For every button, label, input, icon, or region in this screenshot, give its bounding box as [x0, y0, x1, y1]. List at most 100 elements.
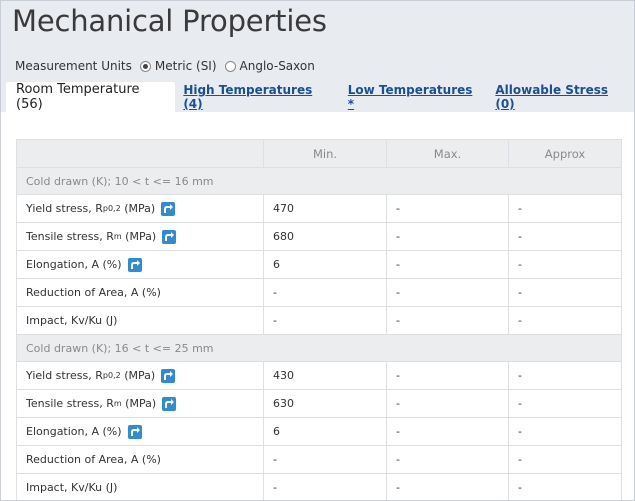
property-unit: (MPa) — [120, 369, 156, 382]
chart-trend-icon[interactable] — [161, 201, 176, 216]
property-name: Yield stress, Rp0,2 (MPa) — [26, 201, 263, 216]
property-cell: Reduction of Area, A (%) — [16, 445, 264, 474]
table-row: Yield stress, Rp0,2 (MPa) 430- - — [16, 361, 622, 390]
property-subscript: m — [113, 232, 122, 241]
property-cell: Impact, Kv/Ku (J) — [16, 306, 264, 335]
property-subscript: p0,2 — [102, 204, 121, 213]
value-max: - — [386, 417, 509, 446]
measurement-units-row: Measurement Units Metric (SI) Anglo-Saxo… — [15, 58, 323, 74]
value-max: - — [386, 194, 509, 223]
value-max: - — [386, 250, 509, 279]
value-min: 680 — [263, 222, 387, 251]
property-label: Reduction of Area, A (%) — [26, 286, 161, 299]
table-row: Yield stress, Rp0,2 (MPa) 470- - — [16, 194, 622, 223]
tab-high-temperatures[interactable]: High Temperatures (4) — [175, 82, 339, 112]
radio-metric-circle[interactable] — [139, 60, 151, 72]
property-label: Elongation, A (%) — [26, 258, 122, 271]
chart-trend-icon[interactable] — [162, 229, 177, 244]
value-min: 630 — [263, 389, 387, 418]
value-approx: - — [508, 278, 622, 307]
table-body: Cold drawn (K); 10 < t <= 16 mm Yield str… — [16, 167, 622, 500]
table-header-row: Min. Max. Approx — [16, 139, 622, 168]
window-frame: Mechanical Properties Measurement Units … — [0, 0, 635, 501]
chart-trend-icon[interactable] — [161, 368, 176, 383]
header-max: Max. — [386, 139, 509, 168]
header-min: Min. — [263, 139, 387, 168]
group-title: Cold drawn (K); 10 < t <= 16 mm — [16, 167, 622, 195]
value-approx: - — [508, 306, 622, 335]
property-cell: Reduction of Area, A (%) — [16, 278, 264, 307]
group-header-row: Cold drawn (K); 10 < t <= 16 mm — [16, 167, 622, 195]
table-row: Reduction of Area, A (%) - - - — [16, 278, 622, 307]
property-label: Yield stress, R — [26, 369, 103, 382]
value-min: 430 — [263, 361, 387, 390]
value-approx: - — [508, 389, 622, 418]
chart-trend-icon[interactable] — [127, 424, 142, 439]
property-cell: Yield stress, Rp0,2 (MPa) — [16, 361, 264, 390]
property-name: Reduction of Area, A (%) — [26, 453, 263, 466]
property-unit: (MPa) — [120, 202, 156, 215]
property-name: Tensile stress, Rm (MPa) — [26, 396, 263, 411]
property-label: Reduction of Area, A (%) — [26, 453, 161, 466]
property-name: Impact, Kv/Ku (J) — [26, 314, 263, 327]
table-row: Elongation, A (%) 6- - — [16, 250, 622, 279]
value-max: - — [386, 361, 509, 390]
value-approx: - — [508, 361, 622, 390]
value-max: - — [386, 306, 509, 335]
units-label: Measurement Units — [15, 59, 132, 73]
radio-metric[interactable]: Metric (SI) — [139, 59, 217, 73]
value-min: 6 — [263, 417, 387, 446]
radio-anglo-saxon-label: Anglo-Saxon — [239, 59, 315, 73]
property-cell: Tensile stress, Rm (MPa) — [16, 389, 264, 418]
property-unit: (MPa) — [121, 230, 157, 243]
property-cell: Elongation, A (%) — [16, 250, 264, 279]
value-min: - — [263, 473, 387, 500]
table-row: Elongation, A (%) 6- - — [16, 417, 622, 446]
tab-content: Min. Max. Approx Cold drawn (K); 10 < t … — [1, 112, 634, 500]
value-min: - — [263, 306, 387, 335]
property-subscript: m — [113, 399, 122, 408]
table-row: Reduction of Area, A (%) - - - — [16, 445, 622, 474]
chart-trend-icon[interactable] — [162, 396, 177, 411]
group-title: Cold drawn (K); 16 < t <= 25 mm — [16, 334, 622, 362]
table-row: Impact, Kv/Ku (J) - - - — [16, 473, 622, 500]
tab-bar: Room Temperature (56) High Temperatures … — [1, 82, 634, 112]
value-min: - — [263, 445, 387, 474]
property-cell: Yield stress, Rp0,2 (MPa) — [16, 194, 264, 223]
table-row: Tensile stress, Rm (MPa) 630- - — [16, 389, 622, 418]
radio-selected-dot — [142, 63, 148, 69]
radio-metric-label: Metric (SI) — [154, 59, 217, 73]
tab-low-temperatures[interactable]: Low Temperatures * — [340, 82, 488, 112]
property-unit: (MPa) — [121, 397, 157, 410]
value-max: - — [386, 222, 509, 251]
value-max: - — [386, 278, 509, 307]
value-approx: - — [508, 417, 622, 446]
property-label: Impact, Kv/Ku (J) — [26, 314, 118, 327]
radio-anglo-saxon-circle[interactable] — [224, 60, 236, 72]
property-name: Elongation, A (%) — [26, 257, 263, 272]
value-approx: - — [508, 194, 622, 223]
radio-anglo-saxon[interactable]: Anglo-Saxon — [224, 59, 315, 73]
property-cell: Impact, Kv/Ku (J) — [16, 473, 264, 500]
tab-allowable-stress[interactable]: Allowable Stress (0) — [487, 82, 634, 112]
property-label: Impact, Kv/Ku (J) — [26, 481, 118, 494]
value-min: 6 — [263, 250, 387, 279]
value-approx: - — [508, 222, 622, 251]
property-subscript: p0,2 — [102, 371, 121, 380]
property-name: Impact, Kv/Ku (J) — [26, 481, 263, 494]
properties-table: Min. Max. Approx Cold drawn (K); 10 < t … — [16, 139, 622, 500]
property-label: Tensile stress, R — [26, 397, 114, 410]
property-label: Elongation, A (%) — [26, 425, 122, 438]
header-approx: Approx — [508, 139, 622, 168]
value-min: - — [263, 278, 387, 307]
property-cell: Elongation, A (%) — [16, 417, 264, 446]
value-max: - — [386, 445, 509, 474]
tab-room-temperature[interactable]: Room Temperature (56) — [6, 82, 176, 112]
chart-trend-icon[interactable] — [127, 257, 142, 272]
property-label: Tensile stress, R — [26, 230, 114, 243]
property-name: Tensile stress, Rm (MPa) — [26, 229, 263, 244]
value-max: - — [386, 473, 509, 500]
value-max: - — [386, 389, 509, 418]
header-property — [16, 139, 264, 168]
property-name: Elongation, A (%) — [26, 424, 263, 439]
